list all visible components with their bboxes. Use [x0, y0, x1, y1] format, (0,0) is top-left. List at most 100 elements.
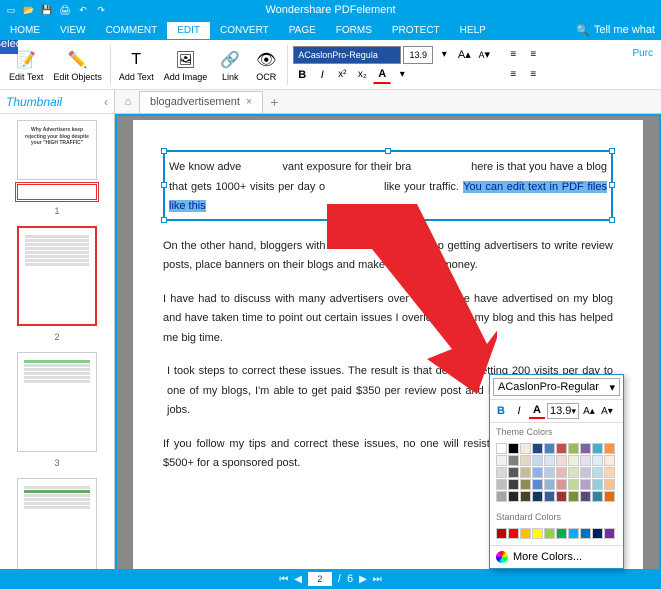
color-swatch[interactable] [544, 455, 555, 466]
color-swatch[interactable] [568, 479, 579, 490]
color-swatch[interactable] [532, 528, 543, 539]
color-swatch[interactable] [520, 479, 531, 490]
color-swatch[interactable] [604, 479, 615, 490]
size-dropdown-icon[interactable]: ▾ [435, 46, 453, 64]
thumbnail-page-3[interactable] [17, 352, 97, 452]
color-swatch[interactable] [580, 467, 591, 478]
ribbon-link[interactable]: 🔗Link [212, 45, 248, 85]
menu-protect[interactable]: PROTECT [382, 22, 450, 39]
ribbon-edit-objects[interactable]: ✏️Edit Objects [48, 45, 107, 85]
color-swatch[interactable] [496, 479, 507, 490]
tab-document[interactable]: blogadvertisement × [139, 91, 263, 113]
color-swatch[interactable] [592, 467, 603, 478]
superscript-button[interactable]: x² [333, 66, 351, 84]
redo-icon[interactable]: ↷ [94, 3, 108, 17]
menu-forms[interactable]: FORMS [326, 22, 382, 39]
color-swatch[interactable] [592, 479, 603, 490]
color-swatch[interactable] [544, 479, 555, 490]
color-swatch[interactable] [580, 455, 591, 466]
color-swatch[interactable] [544, 491, 555, 502]
color-swatch[interactable] [544, 528, 555, 539]
color-swatch[interactable] [508, 479, 519, 490]
color-swatch[interactable] [496, 528, 507, 539]
color-swatch[interactable] [556, 455, 567, 466]
color-swatch[interactable] [508, 491, 519, 502]
color-swatch[interactable] [556, 479, 567, 490]
color-swatch[interactable] [520, 443, 531, 454]
ribbon-add-text[interactable]: TAdd Text [114, 45, 159, 85]
menu-convert[interactable]: CONVERT [210, 22, 279, 39]
color-swatch[interactable] [508, 467, 519, 478]
align-justify-icon[interactable]: ≡ [524, 66, 542, 84]
color-swatch[interactable] [604, 491, 615, 502]
shrink-font-icon[interactable]: A▾ [475, 46, 493, 64]
open-icon[interactable]: 📂 [22, 3, 36, 17]
last-page-icon[interactable]: ⏭ [373, 574, 382, 585]
color-swatch[interactable] [496, 443, 507, 454]
popup-bold-button[interactable]: B [493, 403, 509, 419]
menu-edit[interactable]: EDIT [167, 22, 210, 39]
popup-grow-font-icon[interactable]: A▴ [581, 403, 597, 419]
tab-add-icon[interactable]: + [265, 93, 283, 111]
paragraph-2[interactable]: On the other hand, bloggers with 200 vis… [163, 235, 613, 274]
color-swatch[interactable] [532, 443, 543, 454]
align-right-icon[interactable]: ≡ [504, 66, 522, 84]
page-number-input[interactable] [308, 572, 332, 586]
font-color-dropdown-icon[interactable]: ▾ [393, 66, 411, 84]
color-swatch[interactable] [604, 528, 615, 539]
subscript-button[interactable]: x₂ [353, 66, 371, 84]
color-swatch[interactable] [568, 455, 579, 466]
thumbnail-selection-box[interactable] [17, 184, 97, 200]
color-swatch[interactable] [508, 443, 519, 454]
color-swatch[interactable] [520, 467, 531, 478]
thumbnail-page-4[interactable] [17, 478, 97, 578]
color-swatch[interactable] [568, 491, 579, 502]
menu-view[interactable]: VIEW [50, 22, 96, 39]
selected-text-block[interactable]: We know adve vant exposure for their bra… [163, 150, 613, 221]
popup-fontcolor-button[interactable]: A [529, 403, 545, 419]
popup-shrink-font-icon[interactable]: A▾ [599, 403, 615, 419]
color-swatch[interactable] [556, 443, 567, 454]
first-page-icon[interactable]: ⏮ [279, 574, 288, 585]
color-swatch[interactable] [508, 528, 519, 539]
menu-home[interactable]: HOME [0, 22, 50, 39]
ribbon-ocr[interactable]: 👁OCR [248, 45, 284, 85]
document-canvas[interactable]: We know adve vant exposure for their bra… [115, 114, 661, 589]
color-swatch[interactable] [556, 467, 567, 478]
editable-text[interactable]: We know adve vant exposure for their bra… [169, 156, 607, 215]
color-swatch[interactable] [532, 455, 543, 466]
bold-button[interactable]: B [293, 66, 311, 84]
color-swatch[interactable] [580, 479, 591, 490]
popup-italic-button[interactable]: I [511, 403, 527, 419]
color-swatch[interactable] [520, 528, 531, 539]
color-swatch[interactable] [568, 528, 579, 539]
ribbon-add-image[interactable]: 🖼Add Image [159, 45, 213, 85]
color-swatch[interactable] [532, 479, 543, 490]
color-swatch[interactable] [556, 491, 567, 502]
home-tab-icon[interactable]: ⌂ [119, 93, 137, 111]
color-swatch[interactable] [568, 467, 579, 478]
color-swatch[interactable] [556, 528, 567, 539]
color-swatch[interactable] [544, 443, 555, 454]
color-swatch[interactable] [580, 491, 591, 502]
color-swatch[interactable] [532, 467, 543, 478]
color-swatch[interactable] [520, 491, 531, 502]
color-swatch[interactable] [580, 528, 591, 539]
align-center-icon[interactable]: ≡ [524, 46, 542, 64]
search-hint[interactable]: 🔍 Tell me what [576, 24, 655, 37]
save-icon[interactable]: 💾 [40, 3, 54, 17]
color-swatch[interactable] [604, 455, 615, 466]
color-swatch[interactable] [592, 491, 603, 502]
paragraph-3[interactable]: I have had to discuss with many advertis… [163, 288, 613, 347]
color-swatch[interactable] [580, 443, 591, 454]
next-page-icon[interactable]: ▶ [359, 574, 367, 585]
italic-button[interactable]: I [313, 66, 331, 84]
popup-size-select[interactable]: 13.9▾ [547, 403, 579, 419]
menu-help[interactable]: HELP [450, 22, 496, 39]
color-swatch[interactable] [592, 455, 603, 466]
color-swatch[interactable] [496, 491, 507, 502]
color-swatch[interactable] [592, 443, 603, 454]
color-swatch[interactable] [544, 467, 555, 478]
color-swatch[interactable] [496, 455, 507, 466]
thumbnail-close-icon[interactable]: ‹ [104, 95, 108, 109]
